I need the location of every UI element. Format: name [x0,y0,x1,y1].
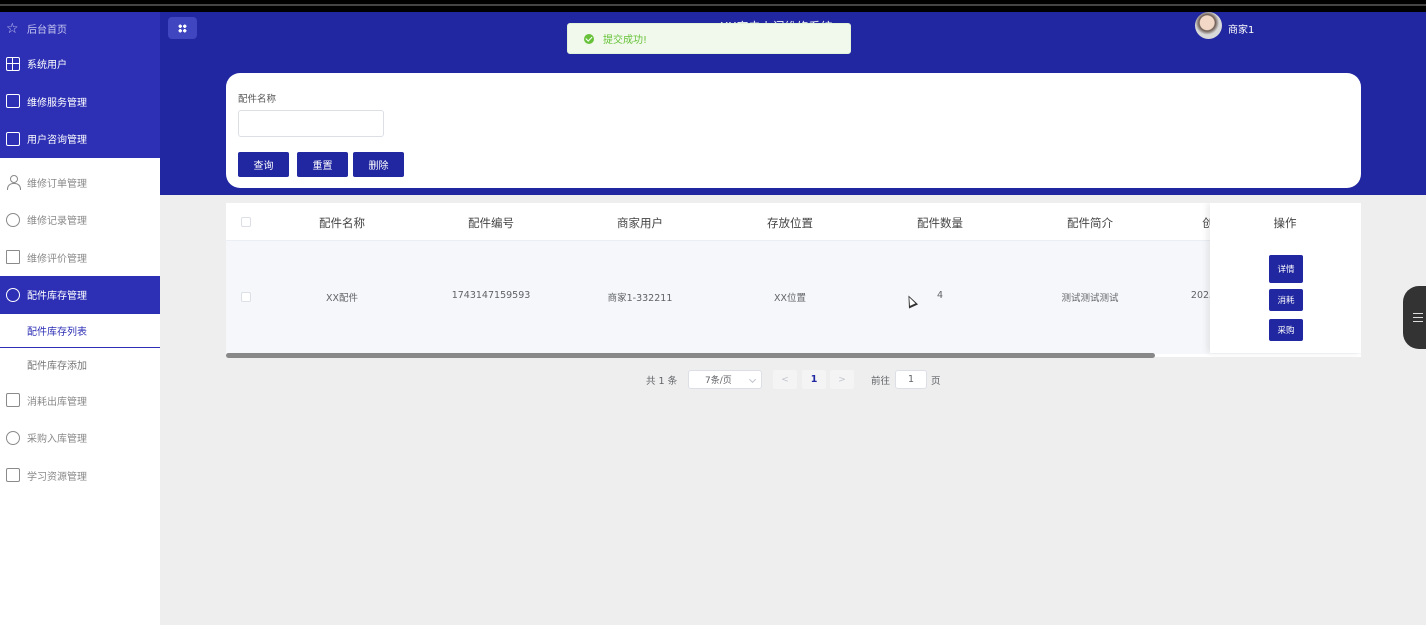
chat-icon [6,212,20,227]
table-row[interactable]: XX配件 1743147159593 商家1-332211 XX位置 4 测试测… [226,241,1361,354]
column-header[interactable]: 配件数量 [917,215,963,231]
form-icon [6,94,20,109]
app-window: ☆ 后台首页 系统用户 维修服务管理 用户咨询管理 维修订单管理 维修记录管理 [0,12,1426,625]
avatar[interactable] [1195,12,1222,39]
chat-icon [6,430,20,445]
sidebar-item-repair-records[interactable]: 维修记录管理 [0,201,160,239]
sidebar-item-label: 用户咨询管理 [27,135,87,147]
star-icon: ☆ [6,20,19,37]
sidebar-subitem-parts-add[interactable]: 配件库存添加 [0,348,160,382]
cell-merchant: 商家1-332211 [607,293,673,304]
search-panel: 配件名称 查询 重置 删除 [226,73,1361,188]
purchase-button[interactable]: 采购 [1269,319,1303,341]
sidebar-item-repair-service[interactable]: 维修服务管理 [0,83,160,121]
consume-button[interactable]: 消耗 [1269,289,1303,311]
prev-page-button[interactable]: < [773,370,797,389]
column-header[interactable]: 存放位置 [767,215,813,231]
goto-page-input[interactable]: 1 [895,370,927,389]
form-icon [6,131,20,146]
column-header[interactable]: 商家用户 [617,215,663,231]
user-name[interactable]: 商家1 [1228,21,1254,36]
pagination-total: 共 1 条 [646,376,678,387]
sidebar-item-label: 维修记录管理 [27,216,87,228]
chevron-down-icon [748,375,757,384]
cell-location: XX位置 [773,293,807,304]
cell-part-code: 1743147159593 [451,290,531,301]
sidebar-top-group: ☆ 后台首页 系统用户 维修服务管理 用户咨询管理 [0,12,160,158]
sidebar-item-label: 学习资源管理 [27,471,87,483]
goto-label: 前往 [871,376,891,387]
sidebar-item-consume-out[interactable]: 消耗出库管理 [0,382,160,420]
cell-part-name: XX配件 [325,293,359,304]
delete-button[interactable]: 删除 [353,152,404,177]
parts-table: 配件名称 配件编号 商家用户 存放位置 配件数量 配件简介 创 XX配件 174… [226,203,1361,357]
page-size-value: 7条/页 [705,376,732,386]
operations-column: 操作 详情 消耗 采购 [1210,203,1361,353]
sidebar-item-system-users[interactable]: 系统用户 [0,45,160,83]
detail-button[interactable]: 详情 [1269,255,1303,283]
sidebar-item-home[interactable]: ☆ 后台首页 [0,12,160,45]
column-header[interactable]: 配件简介 [1067,215,1113,231]
next-page-button[interactable]: > [830,370,854,389]
form-icon [6,468,20,483]
menu-toggle-button[interactable] [168,17,197,39]
check-circle-icon [584,33,594,44]
clipboard-icon [6,250,20,265]
sidebar-subitem-parts-list[interactable]: 配件库存列表 [0,314,160,348]
user-icon [6,175,21,191]
sidebar-item-label: 维修服务管理 [27,97,87,109]
part-name-input[interactable] [238,110,384,137]
form-icon [6,393,20,408]
sidebar-item-label: 配件库存管理 [27,291,87,303]
page-size-select[interactable]: 7条/页 [688,370,762,389]
row-checkbox[interactable] [241,292,251,302]
sidebar-item-label: 维修评价管理 [27,253,87,265]
table-horizontal-scrollbar[interactable] [226,353,1155,358]
sidebar-item-repair-orders[interactable]: 维修订单管理 [0,164,160,202]
cell-quantity: 4 [936,290,944,301]
sidebar-item-label: 消耗出库管理 [27,396,87,408]
operations-cell: 详情 消耗 采购 [1210,241,1361,353]
column-header[interactable]: 配件名称 [319,215,365,231]
query-button[interactable]: 查询 [238,152,289,177]
sidebar-item-user-consult[interactable]: 用户咨询管理 [0,120,160,158]
grid-icon [6,56,20,71]
sidebar: ☆ 后台首页 系统用户 维修服务管理 用户咨询管理 维修订单管理 维修记录管理 [0,12,160,625]
reset-button[interactable]: 重置 [297,152,348,177]
sidebar-item-purchase-in[interactable]: 采购入库管理 [0,419,160,457]
sidebar-item-learning[interactable]: 学习资源管理 [0,457,160,495]
sidebar-item-parts-inventory[interactable]: 配件库存管理 [0,276,160,314]
select-all-checkbox[interactable] [241,217,251,227]
sidebar-item-label: 采购入库管理 [27,434,87,446]
grid-dots-icon [178,23,187,33]
success-toast: 提交成功! [567,23,851,54]
side-drawer-tab[interactable] [1403,286,1426,349]
cell-intro: 测试测试测试 [1061,293,1119,304]
toast-message: 提交成功! [603,35,648,46]
sidebar-item-repair-reviews[interactable]: 维修评价管理 [0,239,160,277]
column-header[interactable]: 配件编号 [468,215,514,231]
column-header-operations: 操作 [1273,216,1297,230]
sidebar-item-label: 后台首页 [27,25,67,36]
page-number-button[interactable]: 1 [802,370,826,389]
sidebar-item-label: 维修订单管理 [27,178,87,190]
menu-lines-icon-line [1413,321,1423,323]
menu-lines-icon-line [1413,317,1423,319]
menu-lines-icon [1413,313,1423,315]
table-header: 配件名称 配件编号 商家用户 存放位置 配件数量 配件简介 创 [226,203,1361,241]
window-top-strip [0,0,1426,12]
chat-icon [6,287,20,302]
sidebar-item-label: 系统用户 [27,60,67,72]
part-name-label: 配件名称 [238,94,277,105]
page-suffix: 页 [931,376,941,387]
